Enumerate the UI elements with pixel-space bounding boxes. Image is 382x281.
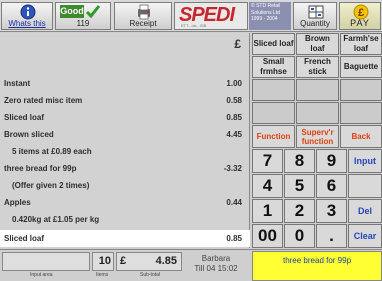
line-description: Instant bbox=[4, 79, 31, 88]
receipt-line-selected[interactable]: Sliced loaf 0.85 bbox=[0, 230, 250, 247]
del-button[interactable]: Del bbox=[348, 199, 382, 223]
quantity-label: Quantity bbox=[300, 19, 330, 28]
good-button[interactable]: Good 119 bbox=[55, 2, 111, 30]
receipt-subline: 5 items at £0.89 each bbox=[0, 143, 250, 160]
line-amount: 0.85 bbox=[226, 234, 242, 243]
key-empty[interactable] bbox=[252, 79, 295, 101]
line-description: Sliced loaf bbox=[4, 234, 45, 243]
key-baguette[interactable]: Baguette bbox=[340, 56, 382, 78]
line-amount: 0.85 bbox=[226, 113, 242, 122]
key-empty[interactable] bbox=[340, 79, 382, 101]
key-empty[interactable] bbox=[252, 102, 295, 124]
status-bar: Input area 10 Items £ 4.85 Sub-total Bar… bbox=[0, 249, 382, 281]
key-3[interactable]: 3 bbox=[316, 199, 347, 223]
subtotal-currency: £ bbox=[120, 255, 127, 267]
pay-button[interactable]: £ PAY bbox=[339, 2, 381, 30]
currency-symbol: £ bbox=[234, 37, 241, 51]
receipt-line[interactable]: three bread for 99p -3.32 bbox=[0, 160, 250, 177]
function-button[interactable]: Function bbox=[252, 125, 295, 148]
input-area-caption: Input area bbox=[30, 272, 53, 278]
receipt-button[interactable]: Receipt bbox=[114, 2, 172, 30]
key-empty[interactable] bbox=[296, 102, 339, 124]
key-french-stick[interactable]: French stick bbox=[296, 56, 339, 78]
input-area-field[interactable] bbox=[2, 252, 90, 271]
receipt-panel: £ Instant 1.00 Zero rated misc item 0.58… bbox=[0, 33, 250, 248]
key-8[interactable]: 8 bbox=[284, 149, 315, 173]
key-empty[interactable] bbox=[296, 79, 339, 101]
line-description: Brown sliced bbox=[4, 130, 54, 139]
line-description: Zero rated misc item bbox=[4, 96, 83, 105]
check-icon bbox=[85, 5, 101, 19]
key-5[interactable]: 5 bbox=[284, 174, 315, 198]
line-amount: 4.45 bbox=[226, 130, 242, 139]
line-amount: 0.58 bbox=[226, 96, 242, 105]
key-6[interactable]: 6 bbox=[316, 174, 347, 198]
items-caption: Items bbox=[96, 272, 109, 278]
line-description: Sliced loaf bbox=[4, 113, 45, 122]
subtotal-caption: Sub-total bbox=[140, 272, 161, 278]
receipt-line[interactable]: Zero rated misc item 0.58 bbox=[0, 92, 250, 109]
key-empty[interactable] bbox=[340, 102, 382, 124]
receipt-line[interactable]: Instant 1.00 bbox=[0, 75, 250, 92]
receipt-subline: (Offer given 2 times) bbox=[0, 177, 250, 194]
back-button[interactable]: Back bbox=[340, 125, 382, 148]
good-count: 119 bbox=[76, 19, 90, 28]
receipt-subline: 0.420kg at £1.05 per kg bbox=[0, 211, 250, 228]
whats-this-button[interactable]: Whats this bbox=[1, 2, 53, 30]
receipt-line[interactable]: Brown sliced 4.45 bbox=[0, 126, 250, 143]
line-description: Apples bbox=[4, 198, 31, 207]
subtotal-value: 4.85 bbox=[155, 255, 177, 267]
key-blank[interactable] bbox=[348, 174, 382, 198]
operator-name: Barbara bbox=[201, 254, 231, 263]
supervisor-function-button[interactable]: Superv'r function bbox=[296, 125, 339, 148]
key-0[interactable]: 0 bbox=[284, 224, 315, 248]
pay-label: PAY bbox=[350, 18, 370, 28]
items-count: 10 bbox=[92, 252, 114, 271]
key-4[interactable]: 4 bbox=[252, 174, 283, 198]
key-1[interactable]: 1 bbox=[252, 199, 283, 223]
quantity-button[interactable]: Quantity bbox=[293, 2, 337, 30]
speedi-logo: SPEDI ETT...ols...SIB bbox=[174, 2, 248, 30]
line-description: 0.420kg at £1.05 per kg bbox=[12, 215, 100, 224]
line-amount: 1.00 bbox=[226, 79, 242, 88]
toolbar: Whats this Good 119 Receipt SPEDI ETT...… bbox=[0, 0, 382, 32]
key-2[interactable]: 2 bbox=[284, 199, 315, 223]
key-00[interactable]: 00 bbox=[252, 224, 283, 248]
key-farmhouse-loaf[interactable]: Farmh'se loaf bbox=[340, 33, 382, 55]
clear-button[interactable]: Clear bbox=[348, 224, 382, 248]
receipt-line[interactable]: Sliced loaf 0.85 bbox=[0, 109, 250, 126]
line-description: 5 items at £0.89 each bbox=[12, 147, 92, 156]
receipt-label: Receipt bbox=[129, 19, 157, 28]
key-brown-loaf[interactable]: Brown loaf bbox=[296, 33, 339, 55]
till-time: Till 04 15:02 bbox=[194, 264, 238, 273]
receipt-icon bbox=[138, 4, 150, 20]
logo-subtext: ETT...ols...SIB bbox=[181, 23, 207, 28]
message-display: three bread for 99p bbox=[252, 251, 382, 281]
line-description: (Offer given 2 times) bbox=[12, 181, 90, 190]
line-amount: 0.44 bbox=[226, 198, 242, 207]
key-9[interactable]: 9 bbox=[316, 149, 347, 173]
quantity-grid-icon bbox=[308, 5, 324, 19]
receipt-line[interactable]: Apples 0.44 bbox=[0, 194, 250, 211]
good-badge: Good bbox=[60, 5, 84, 18]
info-icon bbox=[20, 4, 36, 20]
operator-info: Barbara Till 04 15:02 bbox=[185, 254, 247, 274]
key-small-farmhouse[interactable]: Small frmhse bbox=[252, 56, 295, 78]
copyright-notice: © STD Retail Solutions Ltd 1999 - 2004 bbox=[249, 2, 291, 30]
key-7[interactable]: 7 bbox=[252, 149, 283, 173]
input-button[interactable]: Input bbox=[348, 149, 382, 173]
line-description: three bread for 99p bbox=[4, 164, 77, 173]
subtotal-field: £ 4.85 bbox=[116, 252, 182, 271]
key-sliced-loaf[interactable]: Sliced loaf bbox=[252, 33, 295, 55]
line-amount: -3.32 bbox=[223, 164, 242, 173]
key-decimal[interactable]: . bbox=[316, 224, 347, 248]
whats-this-label: Whats this bbox=[8, 19, 46, 28]
copyright-line: 1999 - 2004 bbox=[251, 16, 278, 22]
